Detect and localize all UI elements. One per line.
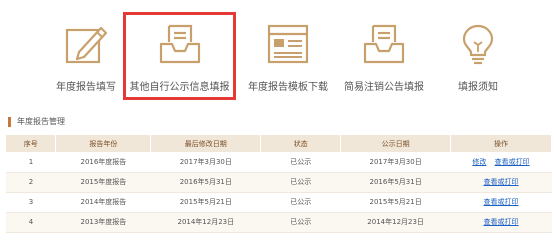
annual-report-fill-button[interactable]: 年度报告填写 (40, 0, 132, 108)
other-public-info-button[interactable]: 其他自行公示信息填报 (123, 12, 236, 100)
row-number: 1 (6, 152, 56, 173)
status: 已公示 (260, 192, 341, 213)
status: 已公示 (260, 212, 341, 233)
column-header: 最后修改日期 (150, 135, 262, 152)
report-year: 2013年度报告 (55, 212, 151, 233)
column-header: 状态 (260, 135, 342, 152)
last-modified: 2015年5月21日 (150, 192, 261, 213)
pencil-edit-icon (65, 26, 108, 64)
column-header: 序号 (6, 135, 57, 152)
other-public-info-label: 其他自行公示信息填报 (129, 82, 230, 93)
table-row: 2 2015年度报告 2016年5月31日 已公示 2016年5月31日 查看或… (6, 172, 552, 193)
inbox-tray-icon (363, 24, 405, 64)
report-year: 2015年度报告 (55, 172, 151, 193)
template-download-button[interactable]: 年度报告模板下载 (238, 0, 338, 108)
column-header: 报告年份 (55, 135, 152, 152)
row-number: 2 (6, 172, 56, 193)
last-modified: 2017年3月30日 (150, 152, 261, 173)
column-header: 公示日期 (340, 135, 452, 152)
filing-notice-button[interactable]: 填报须知 (438, 0, 518, 108)
template-grid-icon (267, 24, 309, 64)
annual-report-fill-label: 年度报告填写 (56, 82, 116, 93)
toolbar: 年度报告填写 其他自行公示信息填报 年度报告模板下载 简易注销公告填报 填报须知 (0, 0, 554, 108)
inbox-tray-icon (159, 24, 200, 64)
view-print-link[interactable]: 查看或打印 (495, 158, 530, 166)
view-print-link[interactable]: 查看或打印 (484, 198, 519, 206)
table-row: 3 2014年度报告 2015年5月21日 已公示 2015年5月21日 查看或… (6, 192, 552, 213)
annual-report-table: 序号 报告年份 最后修改日期 状态 公示日期 操作 1 2016年度报告 201… (6, 135, 552, 233)
publish-date: 2016年5月31日 (340, 172, 451, 193)
actions-cell: 查看或打印 (450, 172, 552, 193)
row-number: 3 (6, 192, 56, 213)
edit-link[interactable]: 修改 (472, 158, 486, 166)
section-title: 年度报告管理 (8, 117, 65, 127)
actions-cell: 修改 查看或打印 (450, 152, 552, 173)
table-row: 4 2013年度报告 2014年12月23日 已公示 2014年12月23日 查… (6, 212, 552, 233)
report-year: 2014年度报告 (55, 192, 151, 213)
view-print-link[interactable]: 查看或打印 (484, 178, 519, 186)
row-number: 4 (6, 212, 56, 233)
report-year: 2016年度报告 (55, 152, 151, 173)
simple-cancellation-label: 简易注销公告填报 (344, 82, 424, 93)
last-modified: 2014年12月23日 (150, 212, 261, 233)
simple-cancellation-button[interactable]: 简易注销公告填报 (338, 0, 430, 108)
column-header: 操作 (450, 135, 552, 152)
template-download-label: 年度报告模板下载 (248, 82, 328, 93)
actions-cell: 查看或打印 (450, 212, 552, 233)
last-modified: 2016年5月31日 (150, 172, 261, 193)
publish-date: 2014年12月23日 (340, 212, 451, 233)
filing-notice-label: 填报须知 (458, 82, 498, 93)
publish-date: 2017年3月30日 (340, 152, 451, 173)
table-header-row: 序号 报告年份 最后修改日期 状态 公示日期 操作 (6, 135, 552, 152)
status: 已公示 (260, 172, 341, 193)
status: 已公示 (260, 152, 341, 173)
publish-date: 2015年5月21日 (340, 192, 451, 213)
view-print-link[interactable]: 查看或打印 (484, 218, 519, 226)
lightbulb-icon (462, 24, 494, 65)
actions-cell: 查看或打印 (450, 192, 552, 213)
table-row: 1 2016年度报告 2017年3月30日 已公示 2017年3月30日 修改 … (6, 152, 552, 173)
